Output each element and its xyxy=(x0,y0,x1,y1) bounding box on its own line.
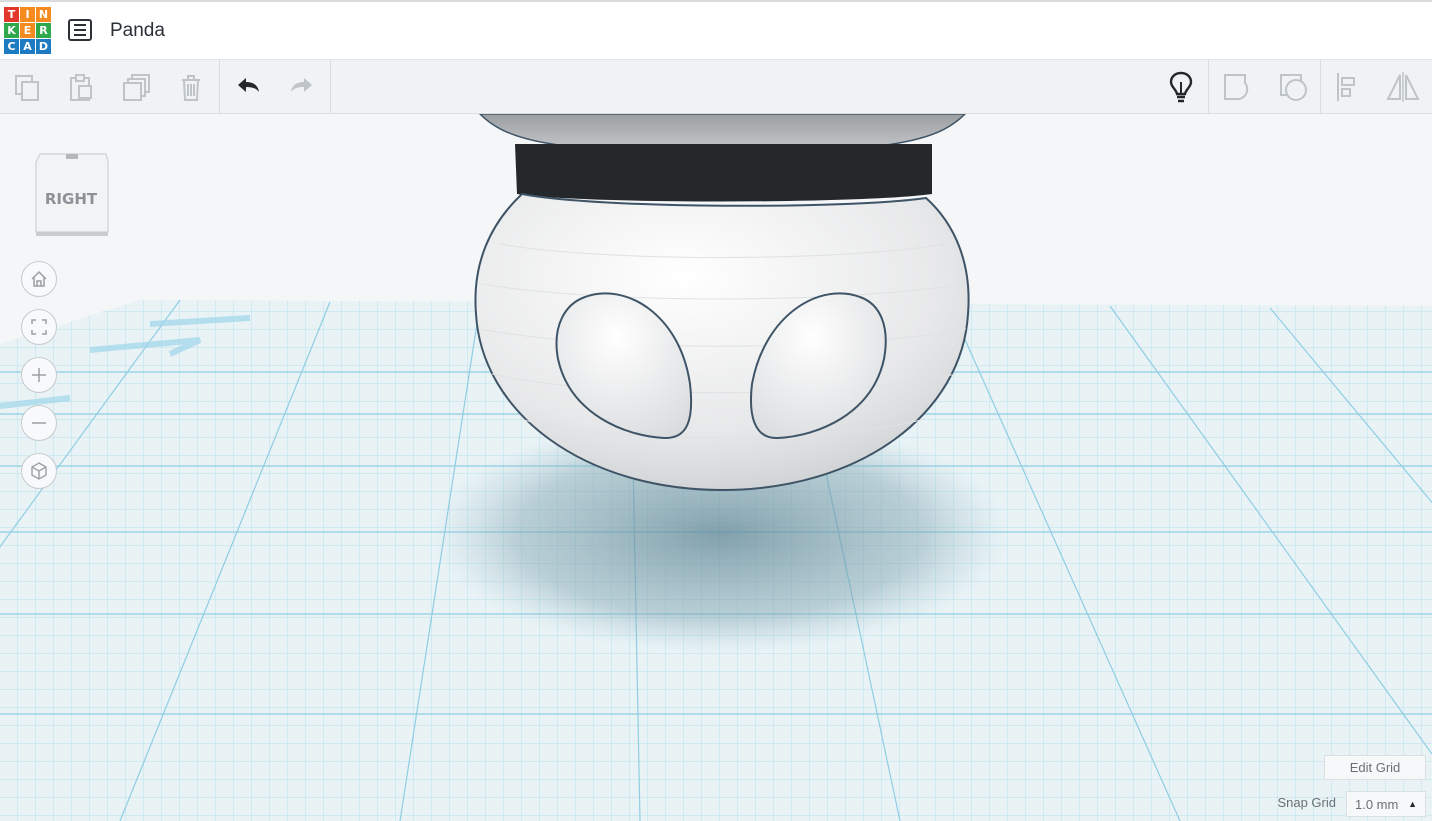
zoom-in-button[interactable] xyxy=(21,357,57,393)
redo-icon[interactable] xyxy=(275,60,329,113)
logo-letter: D xyxy=(36,39,51,54)
logo-letter: T xyxy=(4,7,19,22)
snap-grid-label: Snap Grid xyxy=(1277,795,1336,810)
delete-icon[interactable] xyxy=(164,60,218,113)
fit-view-icon xyxy=(31,319,47,335)
design-menu-icon[interactable] xyxy=(68,19,92,41)
zoom-in-icon xyxy=(32,368,46,382)
align-icon[interactable] xyxy=(1321,60,1375,113)
lightbulb-icon[interactable] xyxy=(1154,60,1208,113)
home-icon xyxy=(31,270,47,287)
perspective-icon xyxy=(31,462,47,480)
caret-up-icon: ▲ xyxy=(1408,799,1417,809)
logo-letter: C xyxy=(4,39,19,54)
duplicate-icon[interactable] xyxy=(110,60,164,113)
edit-toolbar xyxy=(0,60,1432,114)
logo-letter: N xyxy=(36,7,51,22)
shape-group-icon[interactable] xyxy=(1210,60,1264,113)
undo-icon[interactable] xyxy=(221,60,275,113)
view-cube-face-label[interactable]: RIGHT xyxy=(34,190,108,208)
workplane-scene xyxy=(0,114,1432,821)
logo-letter: R xyxy=(36,23,51,38)
project-title[interactable]: Panda xyxy=(110,20,165,42)
view-cube[interactable]: RIGHT xyxy=(34,148,109,236)
logo-letter: I xyxy=(20,7,35,22)
perspective-toggle-button[interactable] xyxy=(21,453,57,489)
copy-icon[interactable] xyxy=(0,60,54,113)
zoom-out-button[interactable] xyxy=(21,405,57,441)
3d-viewport[interactable]: RIGHT Edit Grid Snap Grid 1.0 mm ▲ xyxy=(0,114,1432,821)
edit-grid-button[interactable]: Edit Grid xyxy=(1324,755,1426,780)
snap-grid-value: 1.0 mm xyxy=(1355,796,1399,812)
shape-ungroup-icon[interactable] xyxy=(1266,60,1320,113)
tinkercad-logo[interactable]: T I N K E R C A D xyxy=(4,7,52,55)
home-view-button[interactable] xyxy=(21,261,57,297)
mirror-icon[interactable] xyxy=(1376,60,1430,113)
zoom-out-icon xyxy=(32,422,46,424)
paste-icon[interactable] xyxy=(54,60,108,113)
snap-grid-select[interactable]: 1.0 mm ▲ xyxy=(1346,791,1426,817)
logo-letter: K xyxy=(4,23,19,38)
fit-view-button[interactable] xyxy=(21,309,57,345)
logo-letter: A xyxy=(20,39,35,54)
logo-letter: E xyxy=(20,23,35,38)
app-header: T I N K E R C A D Panda xyxy=(0,0,1432,60)
